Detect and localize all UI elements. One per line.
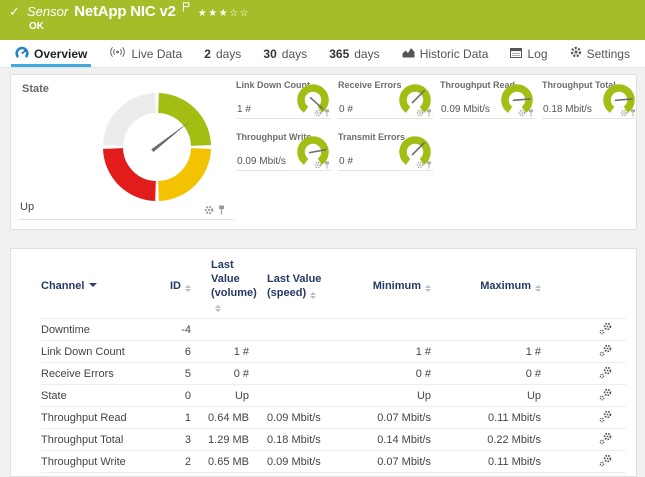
pin-icon[interactable] <box>426 161 432 169</box>
gauge-icon <box>15 46 29 62</box>
divider <box>19 219 233 220</box>
tab-365-days[interactable]: 365 days <box>327 40 381 67</box>
state-gauge <box>97 87 217 207</box>
mini-gauge-throughput-read: Throughput Read 0.09 Mbit/s <box>440 79 535 119</box>
channel-settings-icon[interactable] <box>599 410 612 423</box>
mini-gauge-throughput-total: Throughput Total 0.18 Mbit/s <box>542 79 637 119</box>
log-list-icon <box>510 47 522 61</box>
table-row[interactable]: Throughput Total 3 1.29 MB 0.18 Mbit/s 0… <box>41 429 626 451</box>
sensor-title: NetApp NIC v2 <box>74 3 176 20</box>
tab-30-days[interactable]: 30 days <box>261 40 309 67</box>
sensor-status-badge: OK <box>29 21 44 32</box>
area-chart-icon <box>402 47 415 61</box>
table-row[interactable]: Receive Errors 5 0 # 0 # 0 # <box>41 363 626 385</box>
gear-icon <box>570 46 582 61</box>
status-check-icon: ✓ <box>9 4 20 20</box>
column-header-last-value-speed[interactable]: Last Value (speed) <box>249 255 359 319</box>
state-gauge-needle <box>151 121 190 152</box>
table-row[interactable]: Transmit Errors 4 0 # 0 # 0 # <box>41 473 626 477</box>
state-gauge-value: Up <box>20 201 34 213</box>
channel-table-panel: Channel ID Last Value (volume) Last Valu… <box>10 248 637 477</box>
channel-settings-icon[interactable] <box>599 432 612 445</box>
priority-stars[interactable]: ★★★☆☆ <box>198 8 250 19</box>
pin-icon[interactable] <box>426 109 432 117</box>
object-type-label: Sensor <box>27 4 68 19</box>
channel-settings-icon[interactable] <box>599 322 612 335</box>
column-header-id[interactable]: ID <box>166 255 191 319</box>
pin-icon[interactable] <box>218 205 225 215</box>
sensor-header: ✓ Sensor NetApp NIC v2 ★★★☆☆ OK <box>0 0 645 40</box>
sort-icon <box>535 285 541 292</box>
gear-icon[interactable] <box>314 109 322 117</box>
sort-icon <box>425 285 431 292</box>
table-row[interactable]: Throughput Read 1 0.64 MB 0.09 Mbit/s 0.… <box>41 407 626 429</box>
pin-icon[interactable] <box>630 109 636 117</box>
flag-icon[interactable] <box>182 0 190 17</box>
channel-settings-icon[interactable] <box>599 366 612 379</box>
pin-icon[interactable] <box>528 109 534 117</box>
gear-icon[interactable] <box>314 161 322 169</box>
gear-icon[interactable] <box>204 205 214 215</box>
gear-icon[interactable] <box>416 161 424 169</box>
column-header-minimum[interactable]: Minimum <box>359 255 431 319</box>
mini-gauge-transmit-errors: Transmit Errors 0 # <box>338 131 433 171</box>
column-header-maximum[interactable]: Maximum <box>431 255 541 319</box>
gauges-panel: State Up Link Down Count 1 # Receive Err… <box>10 74 637 230</box>
channel-settings-icon[interactable] <box>599 388 612 401</box>
mini-gauge-grid: Link Down Count 1 # Receive Errors 0 # <box>236 79 637 171</box>
column-header-last-value-volume[interactable]: Last Value (volume) <box>191 255 249 319</box>
sort-icon <box>310 292 316 299</box>
state-gauge-title: State <box>22 83 49 95</box>
mini-gauge-receive-errors: Receive Errors 0 # <box>338 79 433 119</box>
tab-live-data[interactable]: Live Data <box>107 40 184 67</box>
gear-icon[interactable] <box>518 109 526 117</box>
table-row[interactable]: State 0 Up Up Up <box>41 385 626 407</box>
broadcast-icon <box>109 46 126 61</box>
tab-bar: Overview Live Data 2 days 30 days 365 da… <box>0 40 645 68</box>
sort-icon <box>185 285 191 292</box>
gear-icon[interactable] <box>416 109 424 117</box>
table-row[interactable]: Throughput Write 2 0.65 MB 0.09 Mbit/s 0… <box>41 451 626 473</box>
sort-active-icon <box>89 283 97 287</box>
tab-2-days[interactable]: 2 days <box>202 40 243 67</box>
gear-icon[interactable] <box>620 109 628 117</box>
mini-gauge-link-down-count: Link Down Count 1 # <box>236 79 331 119</box>
tab-log[interactable]: Log <box>508 40 549 67</box>
table-row[interactable]: Downtime -4 <box>41 319 626 341</box>
mini-gauge-throughput-write: Throughput Write 0.09 Mbit/s <box>236 131 331 171</box>
sort-icon <box>215 305 221 312</box>
table-row[interactable]: Link Down Count 6 1 # 1 # 1 # <box>41 341 626 363</box>
channel-settings-icon[interactable] <box>599 344 612 357</box>
tab-overview[interactable]: Overview <box>13 40 89 67</box>
channel-table: Channel ID Last Value (volume) Last Valu… <box>41 255 626 477</box>
tab-historic-data[interactable]: Historic Data <box>400 40 491 67</box>
tab-settings[interactable]: Settings <box>568 40 632 67</box>
pin-icon[interactable] <box>324 109 330 117</box>
pin-icon[interactable] <box>324 161 330 169</box>
column-header-channel[interactable]: Channel <box>41 255 166 319</box>
channel-settings-icon[interactable] <box>599 454 612 467</box>
